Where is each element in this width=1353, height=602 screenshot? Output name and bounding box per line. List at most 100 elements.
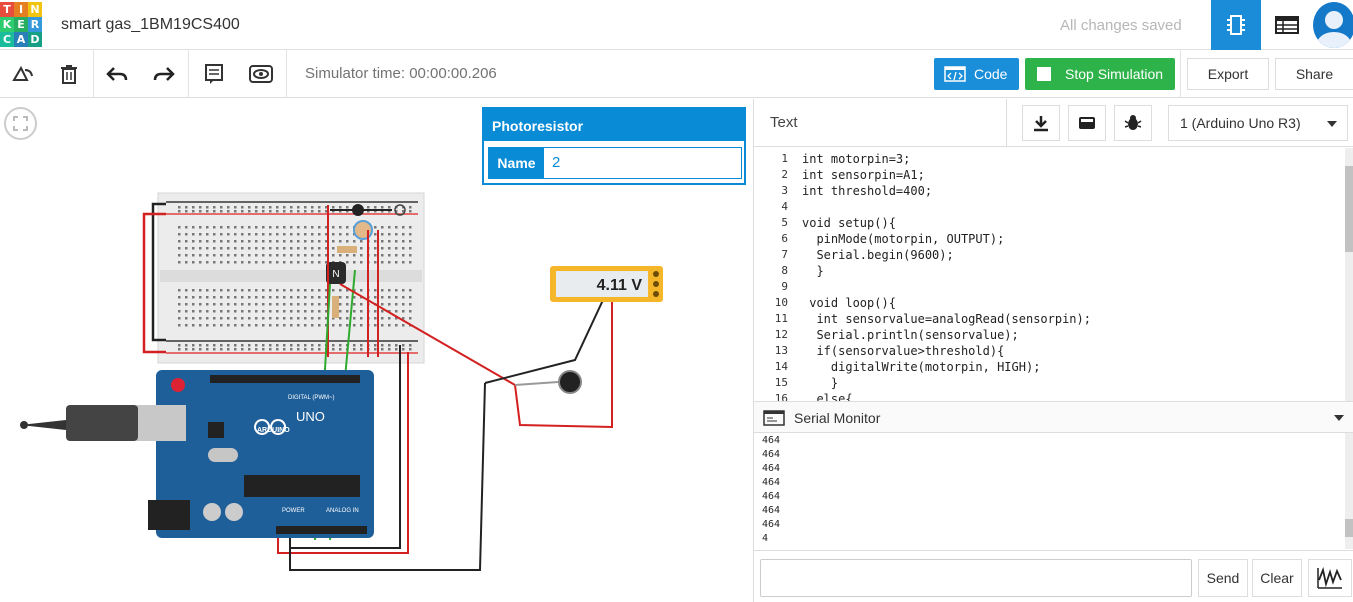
breadboard-hole xyxy=(318,210,321,213)
breadboard-hole xyxy=(185,310,188,313)
circuit-canvas[interactable]: N 4.11 V UNO ARDUINO DIGITAL (PWM~) POWE… xyxy=(0,99,753,602)
undo-button[interactable] xyxy=(94,50,140,98)
send-button[interactable]: Send xyxy=(1198,559,1248,597)
photoresistor[interactable] xyxy=(353,220,373,240)
breadboard[interactable] xyxy=(157,192,425,364)
redo-button[interactable] xyxy=(141,50,187,98)
breadboard-hole xyxy=(255,296,258,299)
user-avatar[interactable] xyxy=(1313,2,1353,48)
device-select[interactable]: 1 (Arduino Uno R3) xyxy=(1168,105,1348,141)
visibility-button[interactable] xyxy=(238,50,284,98)
editor-mode-label[interactable]: Text xyxy=(770,114,798,131)
code-line[interactable]: 9 xyxy=(754,279,1344,295)
chevron-down-icon[interactable] xyxy=(1334,415,1344,421)
breadboard-hole xyxy=(248,206,251,209)
breadboard-hole xyxy=(199,296,202,299)
name-field[interactable]: 2 xyxy=(544,148,741,178)
breadboard-hole xyxy=(255,210,258,213)
breadboard-hole xyxy=(199,247,202,250)
toolbar-divider xyxy=(286,50,287,98)
breadboard-hole xyxy=(220,289,223,292)
breadboard-hole xyxy=(381,240,384,243)
code-line[interactable]: 15 } xyxy=(754,375,1344,391)
breadboard-hole xyxy=(311,233,314,236)
breadboard-hole xyxy=(353,317,356,320)
code-line[interactable]: 3 int threshold=400; xyxy=(754,183,1344,199)
code-line[interactable]: 7 Serial.begin(9600); xyxy=(754,247,1344,263)
serial-monitor-header[interactable]: Serial Monitor xyxy=(754,401,1353,433)
breadboard-hole xyxy=(269,296,272,299)
vibration-motor[interactable] xyxy=(558,370,582,394)
code-button[interactable]: Code xyxy=(934,58,1019,90)
circuit-view-button[interactable] xyxy=(1211,0,1261,50)
code-text: } xyxy=(802,376,839,390)
breadboard-hole xyxy=(220,317,223,320)
usb-cable[interactable] xyxy=(20,405,186,441)
top-bar: TINKERCAD smart gas_1BM19CS400 All chang… xyxy=(0,0,1353,50)
wire-black[interactable] xyxy=(484,299,604,384)
breadboard-hole xyxy=(185,233,188,236)
components-list-button[interactable] xyxy=(1262,0,1312,50)
breadboard-hole xyxy=(381,247,384,250)
notes-button[interactable] xyxy=(191,50,237,98)
breadboard-hole xyxy=(199,317,202,320)
serial-input[interactable] xyxy=(760,559,1192,597)
code-scrollbar-thumb[interactable] xyxy=(1345,166,1353,252)
export-button[interactable]: Export xyxy=(1187,58,1269,90)
code-line[interactable]: 2 int sensorpin=A1; xyxy=(754,167,1344,183)
code-editor[interactable]: 1 int motorpin=3; 2 int sensorpin=A1; 3 int t… xyxy=(754,148,1353,401)
code-scrollbar[interactable] xyxy=(1345,148,1353,401)
resistor[interactable] xyxy=(332,296,339,318)
graph-button[interactable] xyxy=(1308,559,1352,597)
debugger-button[interactable] xyxy=(1114,105,1152,141)
code-line[interactable]: 11 int sensorvalue=analogRead(sensorpin)… xyxy=(754,311,1344,327)
project-title[interactable]: smart gas_1BM19CS400 xyxy=(61,16,240,34)
code-line[interactable]: 12 Serial.println(sensorvalue); xyxy=(754,327,1344,343)
breadboard-hole xyxy=(388,226,391,229)
resistor[interactable] xyxy=(337,246,357,253)
breadboard-hole xyxy=(178,226,181,229)
breadboard-hole xyxy=(220,233,223,236)
breadboard-hole xyxy=(381,324,384,327)
code-line[interactable]: 1 int motorpin=3; xyxy=(754,151,1344,167)
breadboard-hole xyxy=(339,226,342,229)
rotate-button[interactable] xyxy=(0,50,46,98)
breadboard-hole xyxy=(213,261,216,264)
breadboard-hole xyxy=(297,240,300,243)
breadboard-hole xyxy=(311,240,314,243)
breadboard-hole xyxy=(388,303,391,306)
breadboard-hole xyxy=(283,233,286,236)
delete-button[interactable] xyxy=(46,50,92,98)
breadboard-hole xyxy=(241,317,244,320)
code-line[interactable]: 16 else{ xyxy=(754,391,1344,401)
code-line[interactable]: 13 if(sensorvalue>threshold){ xyxy=(754,343,1344,359)
code-line[interactable]: 5 void setup(){ xyxy=(754,215,1344,231)
breadboard-hole xyxy=(269,310,272,313)
tinkercad-logo[interactable]: TINKERCAD xyxy=(0,2,42,47)
share-button[interactable]: Share xyxy=(1275,58,1353,90)
code-line[interactable]: 8 } xyxy=(754,263,1344,279)
breadboard-hole xyxy=(283,324,286,327)
breadboard-hole xyxy=(311,254,314,257)
breadboard-hole xyxy=(262,226,265,229)
notes-icon xyxy=(205,64,223,84)
code-text: else{ xyxy=(802,392,853,401)
breadboard-hole xyxy=(199,254,202,257)
code-line[interactable]: 10 void loop(){ xyxy=(754,295,1344,311)
download-button[interactable] xyxy=(1022,105,1060,141)
monitor-scrollbar-thumb[interactable] xyxy=(1345,519,1353,537)
code-line[interactable]: 14 digitalWrite(motorpin, HIGH); xyxy=(754,359,1344,375)
stop-simulation-button[interactable]: Stop Simulation xyxy=(1025,58,1175,90)
arduino-uno[interactable]: UNO ARDUINO DIGITAL (PWM~) POWER ANALOG … xyxy=(148,370,374,538)
code-line[interactable]: 6 pinMode(motorpin, OUTPUT); xyxy=(754,231,1344,247)
multimeter[interactable]: 4.11 V xyxy=(550,266,663,302)
clear-button[interactable]: Clear xyxy=(1252,559,1302,597)
code-line[interactable]: 4 xyxy=(754,199,1344,215)
monitor-scrollbar[interactable] xyxy=(1345,433,1353,549)
breadboard-hole xyxy=(395,226,398,229)
breadboard-hole xyxy=(192,348,195,351)
libraries-button[interactable] xyxy=(1068,105,1106,141)
breadboard-hole xyxy=(311,289,314,292)
light-slider[interactable] xyxy=(352,204,364,216)
breadboard-hole xyxy=(262,303,265,306)
